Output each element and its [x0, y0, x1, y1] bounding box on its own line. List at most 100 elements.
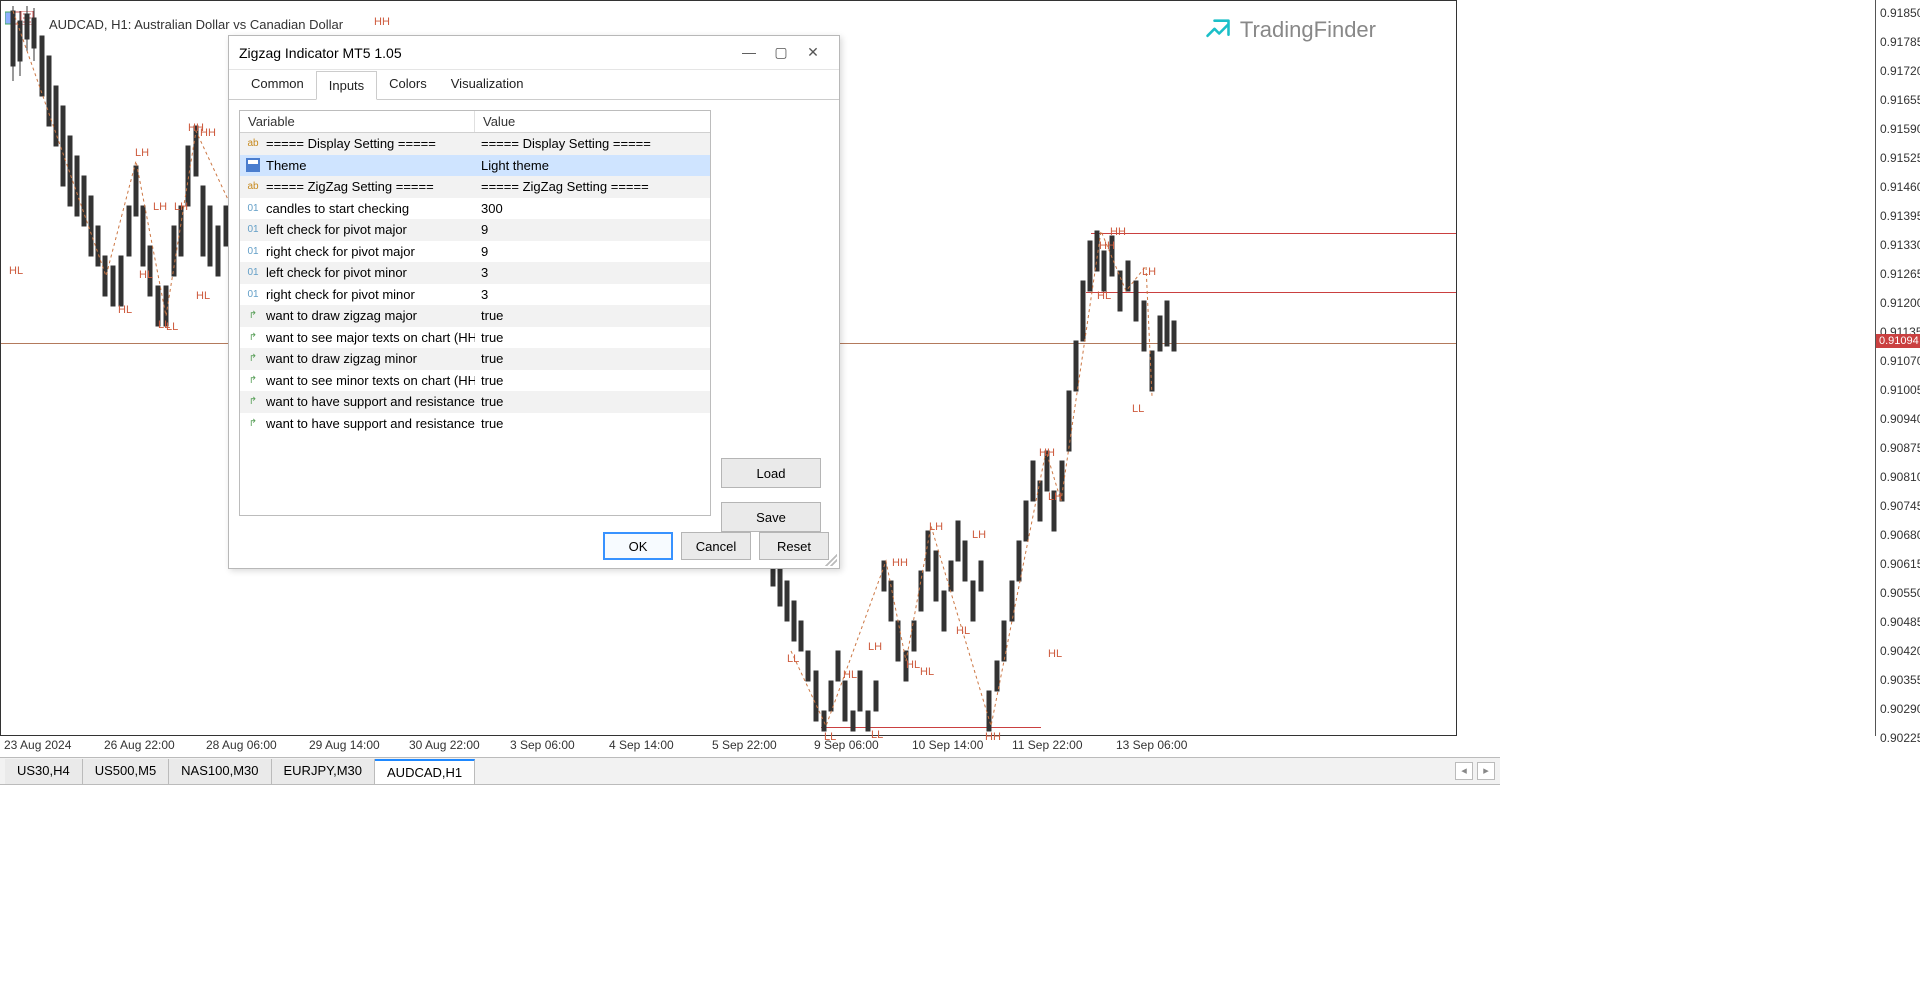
- time-tick: 28 Aug 06:00: [206, 738, 277, 752]
- maximize-icon[interactable]: ▢: [765, 41, 797, 65]
- price-tick: 0.91785: [1880, 35, 1920, 49]
- param-value: true: [481, 351, 503, 366]
- param-value: ===== ZigZag Setting =====: [481, 179, 649, 194]
- price-tick: 0.90615: [1880, 557, 1920, 571]
- time-tick: 29 Aug 14:00: [309, 738, 380, 752]
- dialog-tab-inputs[interactable]: Inputs: [316, 71, 377, 100]
- param-variable: ===== ZigZag Setting =====: [266, 179, 434, 194]
- price-tick: 0.91330: [1880, 238, 1920, 252]
- time-tick: 13 Sep 06:00: [1116, 738, 1187, 752]
- param-row[interactable]: 01left check for pivot minor3: [240, 262, 710, 284]
- chart-tab[interactable]: NAS100,M30: [169, 759, 271, 784]
- param-value: Light theme: [481, 158, 549, 173]
- pivot-label: LH: [1048, 491, 1062, 503]
- price-tick: 0.90485: [1880, 615, 1920, 629]
- tab-next-icon[interactable]: ▸: [1477, 762, 1495, 780]
- param-value: true: [481, 416, 503, 431]
- time-axis: 23 Aug 202426 Aug 22:0028 Aug 06:0029 Au…: [0, 736, 1500, 756]
- bottom-tabs: US30,H4US500,M5NAS100,M30EURJPY,M30AUDCA…: [0, 757, 1500, 785]
- param-value: true: [481, 330, 503, 345]
- save-button[interactable]: Save: [721, 502, 821, 532]
- pivot-label: HL: [139, 269, 153, 281]
- param-value: 9: [481, 244, 488, 259]
- price-tick: 0.91395: [1880, 209, 1920, 223]
- pivot-label: HH: [374, 16, 390, 28]
- cancel-button[interactable]: Cancel: [681, 532, 751, 560]
- col-variable[interactable]: Variable: [240, 111, 475, 132]
- pivot-label: LH: [868, 641, 882, 653]
- theme-icon: [246, 158, 260, 172]
- pivot-label: LH: [174, 201, 188, 213]
- col-value[interactable]: Value: [475, 111, 710, 132]
- price-tick: 0.90680: [1880, 528, 1920, 542]
- dialog-tab-colors[interactable]: Colors: [377, 70, 439, 99]
- close-icon[interactable]: ✕: [797, 41, 829, 65]
- number-icon: 01: [246, 244, 260, 258]
- app-root: AUDCAD, H1: Australian Dollar vs Canadia…: [0, 0, 1920, 997]
- pivot-label: HL: [118, 304, 132, 316]
- price-tick: 0.91005: [1880, 383, 1920, 397]
- dialog-tabbar: CommonInputsColorsVisualization: [229, 70, 839, 100]
- price-tick: 0.90810: [1880, 470, 1920, 484]
- param-row[interactable]: ab ===== ZigZag Setting ===== ===== ZigZag…: [240, 176, 710, 198]
- chart-tab[interactable]: EURJPY,M30: [272, 759, 376, 784]
- param-row[interactable]: 01candles to start checking300: [240, 198, 710, 220]
- tab-prev-icon[interactable]: ◂: [1455, 762, 1473, 780]
- param-variable: want to see minor texts on chart (HH-HL-…: [266, 373, 475, 388]
- watermark: TradingFinder: [1204, 16, 1376, 44]
- resize-grip-icon[interactable]: [825, 554, 837, 566]
- reset-button[interactable]: Reset: [759, 532, 829, 560]
- watermark-text: TradingFinder: [1240, 17, 1376, 43]
- param-row[interactable]: ThemeLight theme: [240, 155, 710, 177]
- price-tick: 0.91200: [1880, 296, 1920, 310]
- load-button[interactable]: Load: [721, 458, 821, 488]
- time-tick: 30 Aug 22:00: [409, 738, 480, 752]
- pivot-label: HL: [920, 666, 934, 678]
- price-tick: 0.91525: [1880, 151, 1920, 165]
- dialog-titlebar[interactable]: Zigzag Indicator MT5 1.05 — ▢ ✕: [229, 36, 839, 70]
- number-icon: 01: [246, 266, 260, 280]
- param-row[interactable]: 01right check for pivot minor3: [240, 284, 710, 306]
- param-variable: want to draw zigzag minor: [266, 351, 417, 366]
- pivot-label: HL: [906, 659, 920, 671]
- pivot-label: LL: [166, 321, 178, 333]
- pivot-label: HL: [956, 625, 970, 637]
- pivot-label: HL: [196, 290, 210, 302]
- param-row[interactable]: ↱want to draw zigzag minortrue: [240, 348, 710, 370]
- chart-tab[interactable]: US500,M5: [83, 759, 169, 784]
- dialog-tab-common[interactable]: Common: [239, 70, 316, 99]
- param-row[interactable]: ab ===== Display Setting ===== ===== Displ…: [240, 133, 710, 155]
- pivot-label: LH: [135, 147, 149, 159]
- price-tick: 0.90290: [1880, 702, 1920, 716]
- pivot-label: HL: [1097, 290, 1111, 302]
- param-row[interactable]: 01 right check for pivot major 9: [240, 241, 710, 263]
- chart-tab[interactable]: US30,H4: [5, 759, 83, 784]
- param-value: 3: [481, 265, 488, 280]
- ok-button[interactable]: OK: [603, 532, 673, 560]
- price-tick: 0.91590: [1880, 122, 1920, 136]
- param-row[interactable]: ↱want to have support and resistance lin…: [240, 413, 710, 435]
- chart-tab[interactable]: AUDCAD,H1: [375, 759, 475, 784]
- params-table[interactable]: Variable Value ab ===== Display Setting =…: [239, 110, 711, 516]
- param-row[interactable]: ↱want to have support and resistance lin…: [240, 391, 710, 413]
- minimize-icon[interactable]: —: [733, 41, 765, 65]
- param-row[interactable]: ↱want to draw zigzag majortrue: [240, 305, 710, 327]
- dialog-tab-visualization[interactable]: Visualization: [439, 70, 536, 99]
- param-row[interactable]: ↱want to see major texts on chart (HH-HL…: [240, 327, 710, 349]
- param-variable: ===== Display Setting =====: [266, 136, 436, 151]
- string-icon: ab: [246, 180, 260, 194]
- price-tick: 0.91265: [1880, 267, 1920, 281]
- time-tick: 4 Sep 14:00: [609, 738, 674, 752]
- time-tick: 26 Aug 22:00: [104, 738, 175, 752]
- param-value: ===== Display Setting =====: [481, 136, 651, 151]
- pivot-label: LH: [972, 529, 986, 541]
- param-variable: right check for pivot major: [266, 244, 415, 259]
- pivot-label: LL: [787, 653, 799, 665]
- price-tick: 0.90420: [1880, 644, 1920, 658]
- price-tick: 0.91655: [1880, 93, 1920, 107]
- pivot-label: HH: [1039, 447, 1055, 459]
- param-row[interactable]: ↱want to see minor texts on chart (HH-HL…: [240, 370, 710, 392]
- current-price-box: 0.91094: [1876, 334, 1920, 348]
- string-icon: ab: [246, 137, 260, 151]
- param-row[interactable]: 01left check for pivot major9: [240, 219, 710, 241]
